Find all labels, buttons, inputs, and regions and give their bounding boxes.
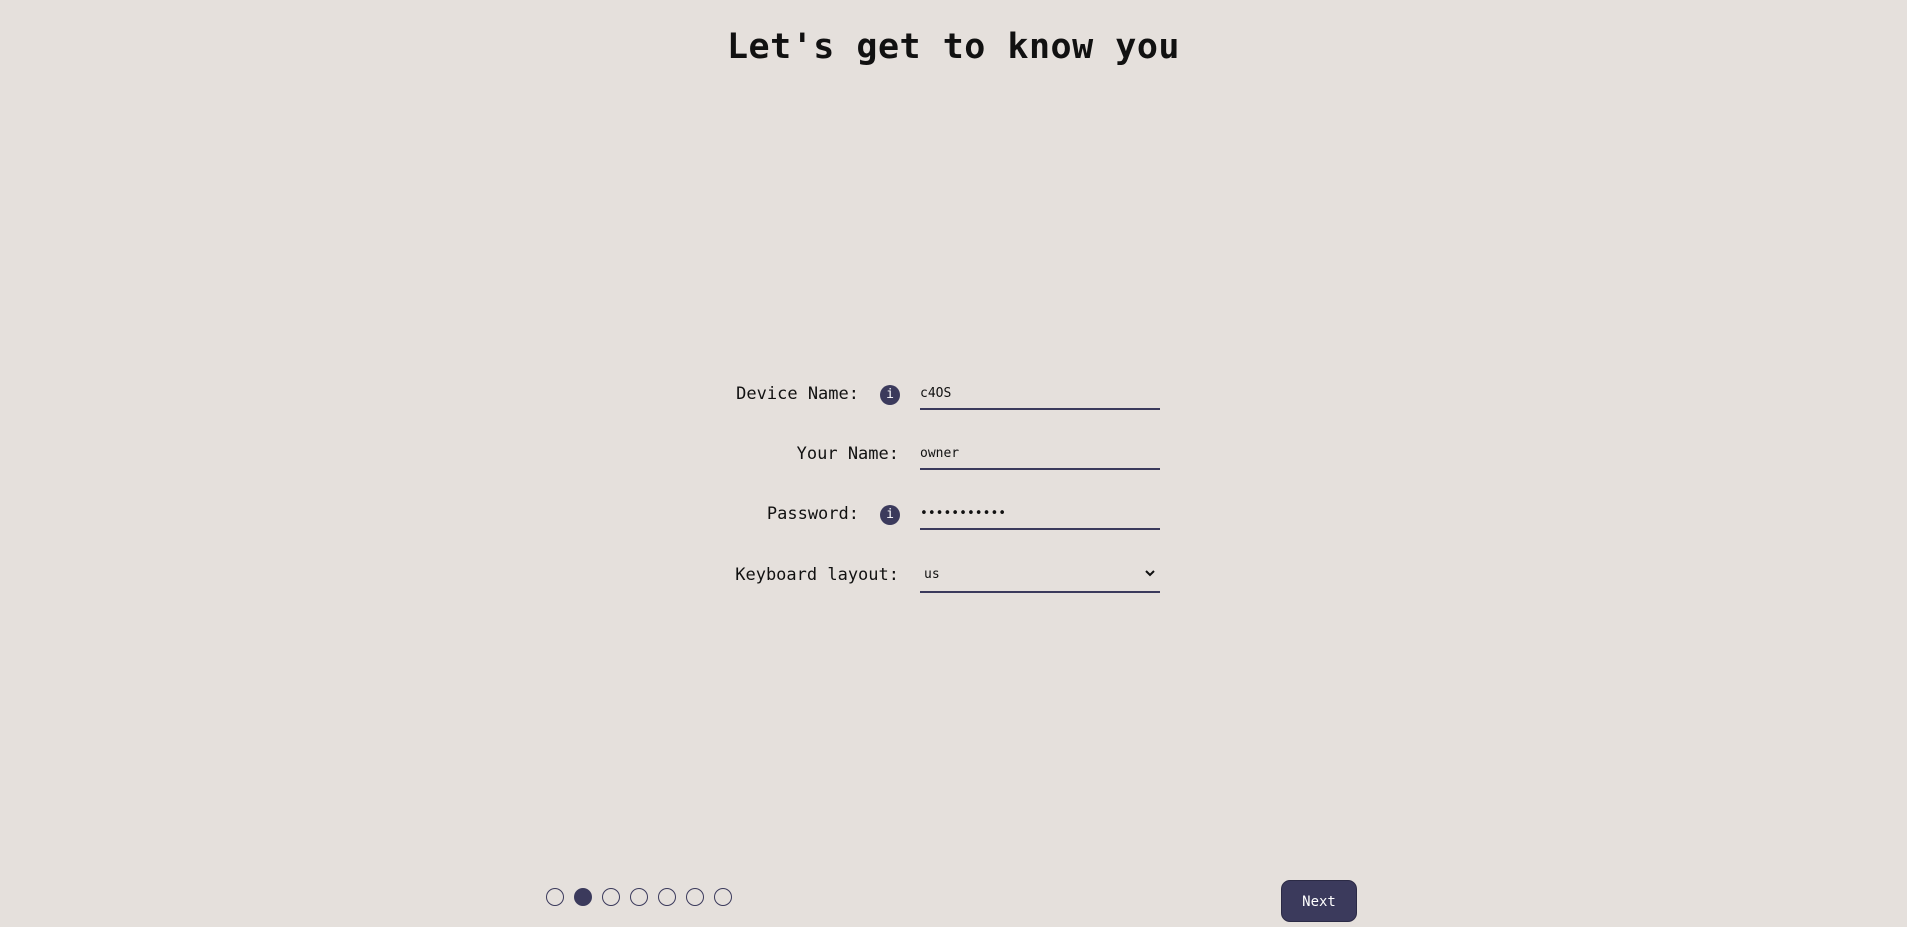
step-dot-3[interactable] xyxy=(602,888,620,906)
your-name-row: Your Name: xyxy=(0,434,1907,474)
your-name-label: Your Name: xyxy=(796,444,899,464)
chevron-down-icon xyxy=(1145,570,1155,577)
next-button[interactable]: Next xyxy=(1281,880,1357,922)
device-name-input[interactable] xyxy=(920,378,1160,410)
step-dot-2[interactable] xyxy=(574,888,592,906)
page-title: Let's get to know you xyxy=(726,27,1180,67)
your-name-input[interactable] xyxy=(920,438,1160,470)
keyboard-layout-row: Keyboard layout: us xyxy=(0,555,1907,595)
step-dot-5[interactable] xyxy=(658,888,676,906)
step-dot-6[interactable] xyxy=(686,888,704,906)
step-dot-4[interactable] xyxy=(630,888,648,906)
device-name-label: Device Name: xyxy=(736,384,859,404)
keyboard-layout-label: Keyboard layout: xyxy=(735,565,899,585)
password-info-icon[interactable]: i xyxy=(880,505,900,525)
step-dot-7[interactable] xyxy=(714,888,732,906)
setup-page: Let's get to know you Device Name: i You… xyxy=(0,0,1907,927)
step-dot-1[interactable] xyxy=(546,888,564,906)
password-input[interactable] xyxy=(920,498,1160,530)
device-name-info-icon[interactable]: i xyxy=(880,385,900,405)
keyboard-layout-value: us xyxy=(924,567,940,582)
keyboard-layout-select[interactable]: us xyxy=(920,559,1160,593)
password-row: Password: i xyxy=(0,494,1907,534)
device-name-row: Device Name: i xyxy=(0,374,1907,414)
password-label: Password: xyxy=(766,504,859,524)
